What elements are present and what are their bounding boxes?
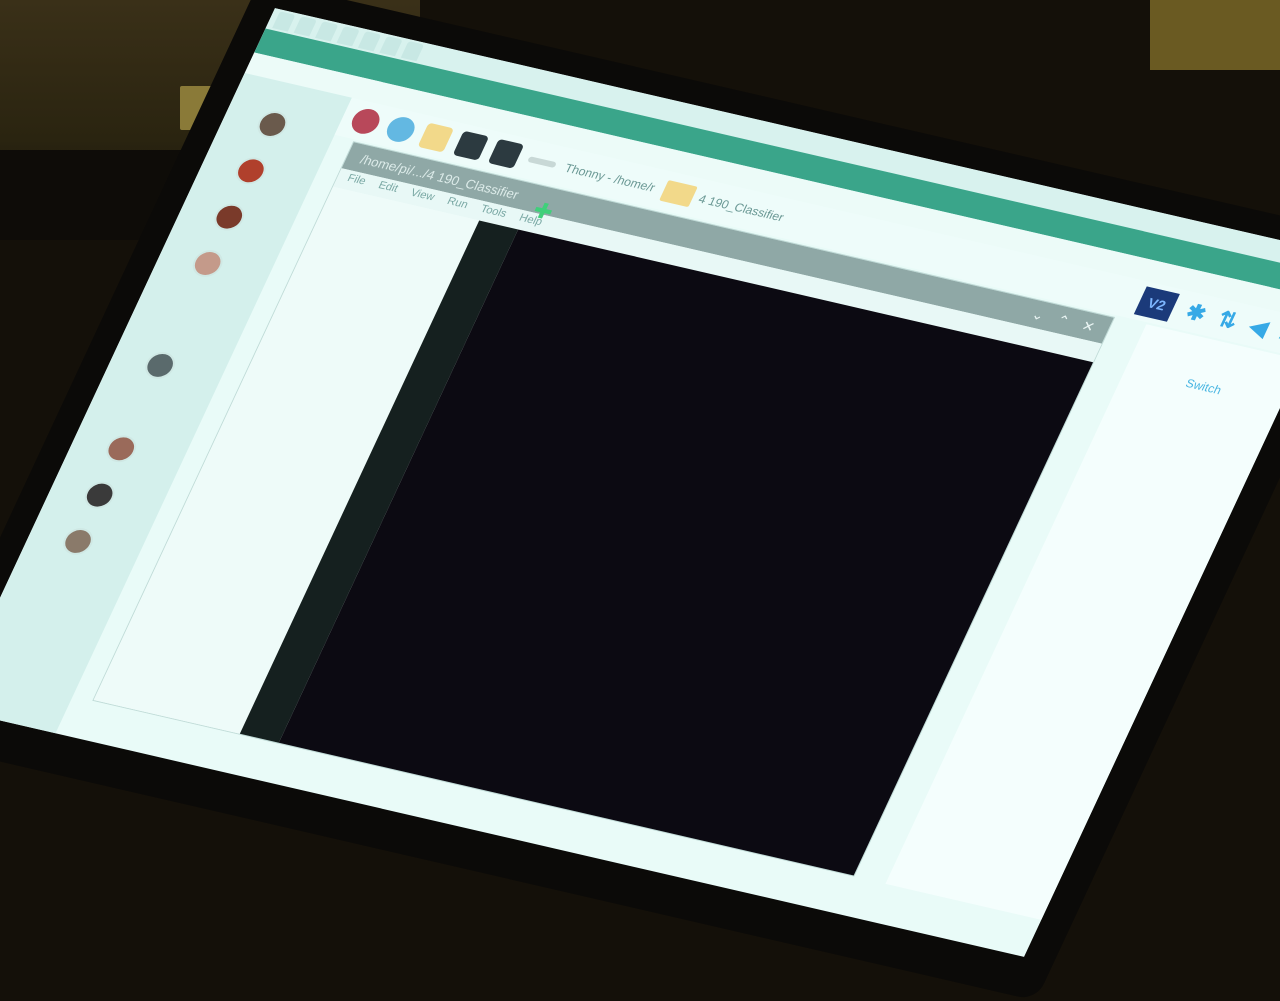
avatar[interactable] [79,479,120,512]
clock: 21 [1275,321,1280,348]
bookmark-link[interactable] [291,67,297,80]
maximize-icon[interactable]: ⌃ [1054,311,1072,329]
menu-run[interactable]: Run [443,195,470,214]
bookmark-link[interactable] [268,61,274,74]
bookmark-link[interactable] [256,59,262,72]
browser-tab[interactable] [379,36,403,57]
panel-text: Switch [1183,376,1224,398]
avatar[interactable] [58,525,98,558]
avatar[interactable] [187,247,228,280]
taskbar-folder-label: 4 190_Classifier [696,191,787,225]
menu-edit[interactable]: Edit [375,179,400,198]
close-icon[interactable]: ✕ [1079,317,1097,335]
avatar[interactable] [101,432,141,465]
browser-tab[interactable] [357,31,382,52]
browser-tab[interactable] [293,16,317,37]
avatar[interactable] [209,201,249,234]
bluetooth-icon[interactable]: ✱ [1181,299,1211,327]
browser-tab[interactable] [315,21,339,42]
avatar[interactable] [252,108,293,141]
terminal-icon[interactable] [452,130,490,161]
file-manager-icon[interactable] [417,122,455,153]
menu-file[interactable]: File [344,172,367,191]
laptop-screen: Thonny - /home/r 4 190_Classifier V2 ✱ ⇅… [0,8,1280,957]
browser-icon[interactable] [382,114,420,145]
bookmark-link[interactable] [280,64,286,77]
laptop-bezel: Thonny - /home/r 4 190_Classifier V2 ✱ ⇅… [0,0,1280,1001]
folder-icon [659,180,699,208]
browser-tab[interactable] [336,26,360,47]
background-wall-right [1150,0,1280,70]
browser-tab[interactable] [400,40,425,62]
terminal-icon[interactable] [487,138,525,169]
taskbar-thonny-button[interactable]: Thonny - /home/r [562,161,657,195]
raspberry-menu-icon[interactable] [347,106,384,137]
avatar[interactable] [140,349,180,382]
bookmark-link[interactable] [303,69,309,82]
browser-tab[interactable] [272,11,296,32]
bookmark-link[interactable] [315,72,321,85]
volume-icon[interactable]: ◀ [1245,314,1272,342]
taskbar-window-button[interactable] [527,156,557,169]
network-icon[interactable]: ⇅ [1213,306,1242,334]
minimize-icon[interactable]: ⌄ [1029,305,1047,323]
vnc-icon[interactable]: V2 [1133,286,1180,322]
avatar[interactable] [231,154,271,187]
